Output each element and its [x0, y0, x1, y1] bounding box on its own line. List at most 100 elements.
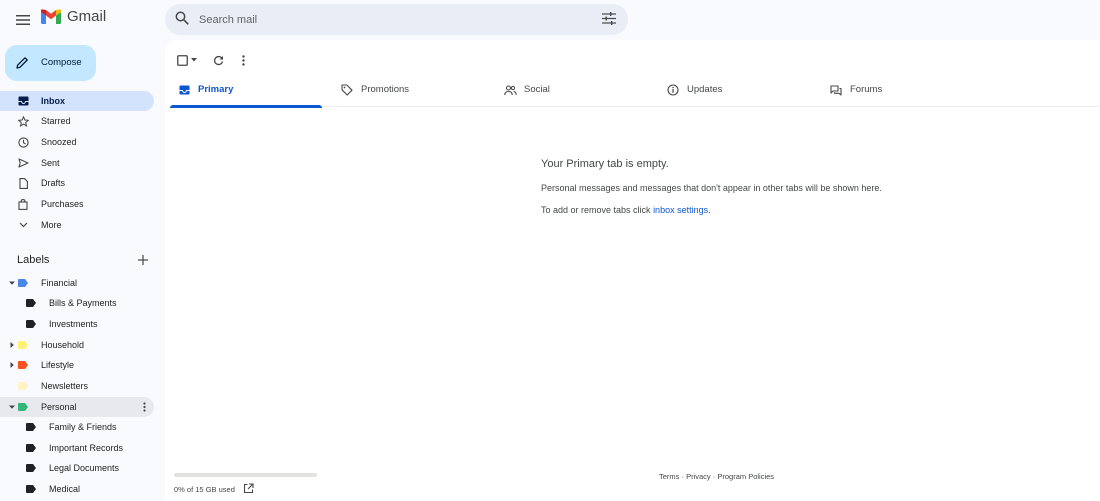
- tab-label: Primary: [198, 84, 234, 95]
- label-tag-icon: [26, 320, 36, 328]
- label-item-label: Household: [41, 340, 85, 350]
- storage-usage-bar: [174, 473, 317, 477]
- caret-down-icon: [191, 58, 197, 62]
- sidebar-item-drafts[interactable]: Drafts: [0, 173, 154, 193]
- clock-icon: [17, 136, 29, 148]
- storage-usage-text: 0% of 15 GB used: [174, 485, 235, 494]
- compose-label: Compose: [41, 57, 82, 68]
- vertical-dots-icon: [142, 402, 146, 412]
- tab-label: Promotions: [361, 84, 410, 95]
- mail-toolbar: [175, 50, 253, 70]
- tab-label: Forums: [850, 84, 883, 95]
- label-tag-icon: [18, 279, 28, 287]
- label-item-personal[interactable]: Personal: [0, 397, 154, 417]
- search-options-icon[interactable]: [602, 12, 616, 25]
- chevron-down-icon: [17, 219, 29, 231]
- search-icon[interactable]: [175, 11, 189, 25]
- label-item-label: Bills & Payments: [49, 298, 117, 308]
- refresh-icon: [213, 55, 223, 65]
- select-all-button[interactable]: [175, 50, 199, 70]
- empty-state-hint: To add or remove tabs click inbox settin…: [541, 205, 711, 215]
- main-menu-button[interactable]: [11, 8, 35, 32]
- category-tabs: Primary Promotions Social Updates Forums: [170, 74, 1100, 108]
- label-item-label: Personal: [41, 402, 77, 412]
- label-tag-icon: [18, 403, 28, 411]
- label-item-label: Medical: [49, 484, 81, 494]
- sidebar-item-inbox[interactable]: Inbox: [0, 91, 154, 111]
- sidebar-item-sent[interactable]: Sent: [0, 153, 154, 173]
- inbox-tab-icon: [177, 83, 191, 97]
- tab-promotions[interactable]: Promotions: [333, 74, 485, 107]
- hint-prefix: To add or remove tabs click: [541, 205, 654, 215]
- label-options-button[interactable]: [139, 401, 149, 413]
- open-in-new-icon[interactable]: [243, 483, 254, 494]
- sidebar-item-snoozed[interactable]: Snoozed: [0, 132, 154, 152]
- label-tag-icon: [26, 423, 36, 431]
- label-tag-icon: [18, 382, 28, 390]
- send-icon: [17, 157, 29, 169]
- label-item-label: Lifestyle: [41, 360, 75, 370]
- pencil-icon: [16, 57, 28, 69]
- label-item-lifestyle[interactable]: Lifestyle: [0, 355, 154, 375]
- plus-icon: [138, 255, 148, 265]
- program-policies-link[interactable]: Program Policies: [717, 472, 774, 481]
- tab-forums[interactable]: Forums: [822, 74, 974, 107]
- label-item-newsletters[interactable]: Newsletters: [0, 376, 154, 396]
- label-item-legal-documents[interactable]: Legal Documents: [0, 458, 154, 478]
- label-tag-icon: [26, 444, 36, 452]
- gmail-logo[interactable]: Gmail: [41, 8, 106, 25]
- collapse-caret-icon[interactable]: [9, 362, 15, 368]
- label-item-label: Newsletters: [41, 381, 89, 391]
- search-input[interactable]: [199, 9, 579, 30]
- tab-primary[interactable]: Primary: [170, 74, 322, 108]
- checkbox-icon: [177, 54, 188, 66]
- empty-state-title: Your Primary tab is empty.: [541, 158, 669, 170]
- expand-caret-icon[interactable]: [9, 280, 15, 286]
- people-icon: [503, 83, 517, 97]
- forum-icon: [829, 83, 843, 97]
- footer-links: Terms · Privacy · Program Policies: [659, 472, 774, 481]
- sidebar-item-purchases[interactable]: Purchases: [0, 194, 154, 214]
- empty-state-description: Personal messages and messages that don'…: [541, 183, 882, 193]
- label-item-label: Legal Documents: [49, 463, 120, 473]
- label-tag-icon: [26, 299, 36, 307]
- tab-label: Updates: [687, 84, 723, 95]
- create-label-button[interactable]: [136, 253, 150, 267]
- expand-caret-icon[interactable]: [9, 404, 15, 410]
- info-icon: [666, 83, 680, 97]
- tab-updates[interactable]: Updates: [659, 74, 811, 107]
- label-tag-icon: [18, 361, 28, 369]
- sidebar-item-label: Sent: [41, 158, 60, 168]
- hamburger-menu-icon: [16, 15, 30, 25]
- terms-link[interactable]: Terms: [659, 472, 679, 481]
- label-item-important-records[interactable]: Important Records: [0, 438, 154, 458]
- label-item-bills-payments[interactable]: Bills & Payments: [0, 293, 154, 313]
- sidebar-item-label: More: [41, 220, 62, 230]
- gmail-m-icon: [41, 9, 61, 24]
- inbox-settings-link[interactable]: inbox settings: [653, 205, 708, 215]
- compose-button[interactable]: Compose: [5, 45, 96, 81]
- sidebar-item-starred[interactable]: Starred: [0, 111, 154, 131]
- sidebar-item-more[interactable]: More: [0, 215, 154, 235]
- tag-icon: [340, 83, 354, 97]
- label-item-label: Investments: [49, 319, 98, 329]
- label-item-medical[interactable]: Medical: [0, 479, 154, 499]
- hint-suffix: .: [708, 205, 711, 215]
- refresh-button[interactable]: [207, 50, 229, 70]
- shopping-bag-icon: [17, 198, 29, 210]
- draft-icon: [17, 177, 29, 189]
- tab-social[interactable]: Social: [496, 74, 648, 107]
- label-item-investments[interactable]: Investments: [0, 314, 154, 334]
- more-options-button[interactable]: [233, 50, 253, 70]
- sidebar-item-label: Starred: [41, 116, 71, 126]
- label-item-family-friends[interactable]: Family & Friends: [0, 417, 154, 437]
- label-item-household[interactable]: Household: [0, 335, 154, 355]
- label-item-financial[interactable]: Financial: [0, 273, 154, 293]
- app-name: Gmail: [67, 8, 107, 25]
- collapse-caret-icon[interactable]: [9, 342, 15, 348]
- vertical-dots-icon: [241, 54, 245, 66]
- search-bar[interactable]: [165, 4, 628, 35]
- sidebar-item-label: Inbox: [41, 96, 65, 106]
- labels-heading: Labels: [17, 254, 50, 266]
- privacy-link[interactable]: Privacy: [686, 472, 711, 481]
